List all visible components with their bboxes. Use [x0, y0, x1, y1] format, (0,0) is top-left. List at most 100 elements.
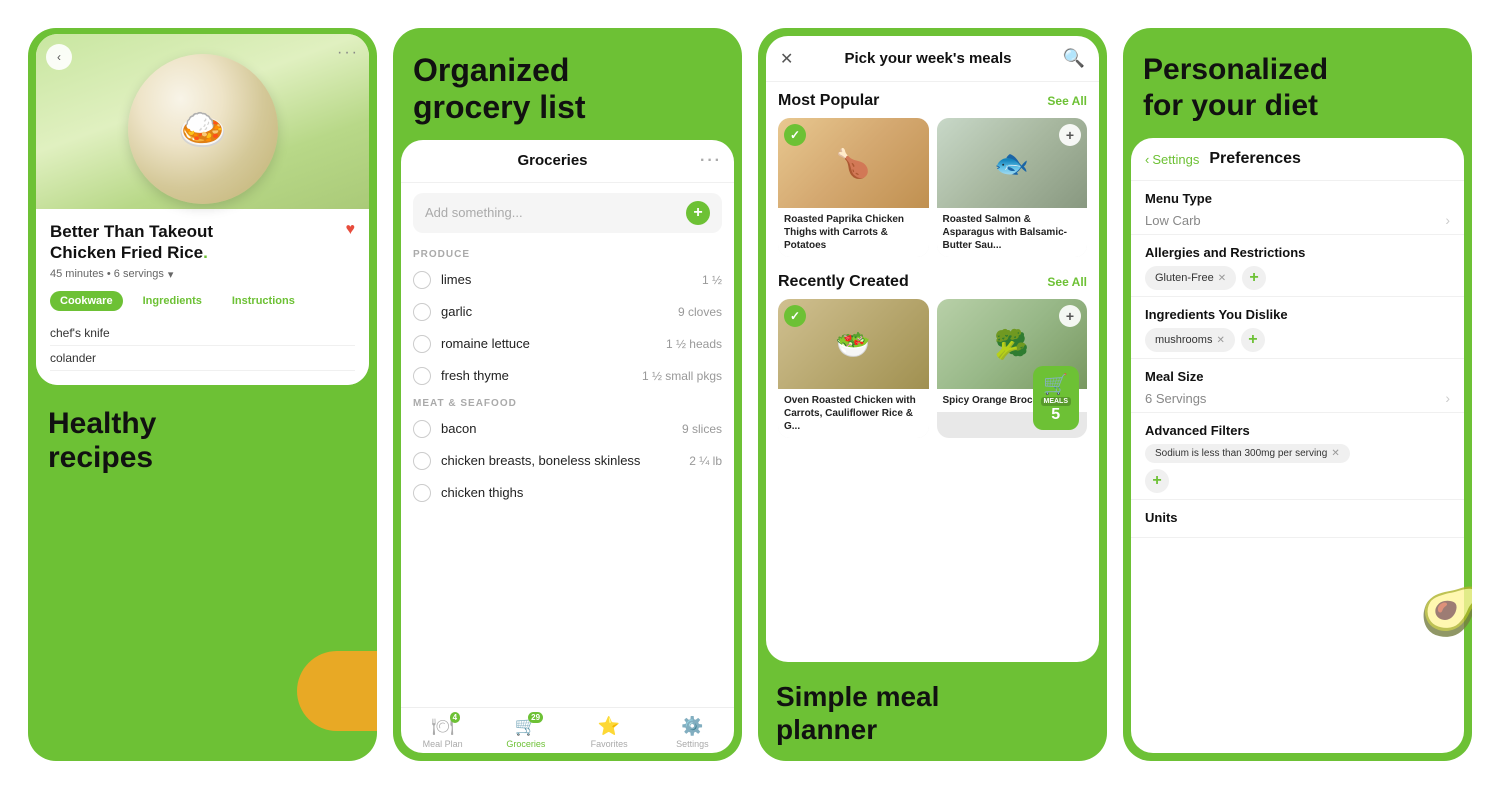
tab-ingredients[interactable]: Ingredients [133, 291, 212, 311]
item-qty-chicken-breasts: 2 ¼ lb [689, 454, 722, 468]
nav-label-groceries: Groceries [506, 739, 545, 749]
cart-overlay: 🛒 MEALS 5 [1033, 366, 1080, 430]
preferences-tab[interactable]: Preferences [1209, 150, 1301, 168]
recently-created-section: Recently Created See All 🥗 ✓ Oven Roaste… [766, 263, 1099, 444]
nav-favorites[interactable]: ⭐ Favorites [568, 716, 651, 749]
grocery-search-placeholder: Add something... [425, 205, 678, 220]
meal-card-recent-1[interactable]: 🥗 ✓ Oven Roasted Chicken with Carrots, C… [778, 299, 929, 438]
menu-type-value[interactable]: Low Carb › [1145, 212, 1450, 228]
panel3-bottom: Simple mealplanner [758, 666, 1107, 761]
sodium-filter-tag[interactable]: Sodium is less than 300mg per serving ✕ [1145, 444, 1350, 463]
panel-grocery-list: Organizedgrocery list Groceries ··· Add … [393, 28, 742, 761]
most-popular-header: Most Popular See All [778, 92, 1087, 110]
panel4-title: Personalizedfor your diet [1143, 52, 1452, 124]
checkbox-chicken-thighs[interactable] [413, 484, 431, 502]
gluten-free-tag[interactable]: Gluten-Free ✕ [1145, 266, 1236, 290]
nav-groceries[interactable]: 🛒 29 Groceries [484, 716, 567, 749]
remove-sodium-filter-icon[interactable]: ✕ [1331, 448, 1339, 459]
item-name-garlic: garlic [441, 304, 668, 319]
dislike-label: Ingredients You Dislike [1145, 307, 1450, 322]
panel3-heading: Simple mealplanner [776, 680, 1089, 747]
item-qty-garlic: 9 cloves [678, 305, 722, 319]
checkbox-chicken-breasts[interactable] [413, 452, 431, 470]
see-all-popular[interactable]: See All [1047, 94, 1087, 108]
popular-meals-grid: 🍗 ✓ Roasted Paprika Chicken Thighs with … [778, 118, 1087, 257]
add-allergy-button[interactable]: + [1242, 266, 1266, 290]
nav-settings[interactable]: ⚙️ Settings [651, 716, 734, 749]
back-button[interactable]: ‹ [46, 44, 72, 70]
meal-picker-header: ✕ Pick your week's meals 🔍 [766, 36, 1099, 82]
grocery-add-button[interactable]: + [686, 201, 710, 225]
recipe-meta: 45 minutes • 6 servings ▾ [50, 268, 355, 281]
item-name-thyme: fresh thyme [441, 368, 632, 383]
tab-instructions[interactable]: Instructions [222, 291, 305, 311]
panel-personalized-diet: Personalizedfor your diet ‹ Settings Pre… [1123, 28, 1472, 761]
meal-size-section: Meal Size 6 Servings › [1131, 359, 1464, 413]
checkbox-garlic[interactable] [413, 303, 431, 321]
panel1-heading: Healthyrecipes [48, 407, 357, 476]
meal-add-4[interactable]: + [1059, 305, 1081, 327]
meal-card-popular-1[interactable]: 🍗 ✓ Roasted Paprika Chicken Thighs with … [778, 118, 929, 257]
grocery-search-bar[interactable]: Add something... + [413, 193, 722, 233]
phone-mockup-1: ‹ ··· 🍛 Better Than TakeoutChicken Fried… [36, 34, 369, 385]
recently-created-label: Recently Created [778, 273, 909, 291]
item-name-limes: limes [441, 272, 692, 287]
meal-plan-badge: 4 [450, 712, 460, 723]
meal-check-3: ✓ [784, 305, 806, 327]
bottom-nav: 🍽 4 Meal Plan 🛒 29 Groceries ⭐ Favorites [401, 707, 734, 753]
add-advanced-filter-button[interactable]: + [1145, 469, 1169, 493]
advanced-filters-section: Advanced Filters Sodium is less than 300… [1131, 413, 1464, 500]
checkbox-limes[interactable] [413, 271, 431, 289]
item-name-chicken-breasts: chicken breasts, boneless skinless [441, 453, 679, 468]
grocery-item-chicken-thighs: chicken thighs [401, 477, 734, 509]
panel2-heading: Organizedgrocery list [393, 28, 742, 136]
checkbox-romaine[interactable] [413, 335, 431, 353]
panel-healthy-recipes: ‹ ··· 🍛 Better Than TakeoutChicken Fried… [28, 28, 377, 761]
more-button[interactable]: ··· [337, 44, 359, 62]
recipe-card: Better Than TakeoutChicken Fried Rice. ♥… [36, 209, 369, 385]
groceries-badge: 29 [528, 712, 543, 723]
nav-label-favorites: Favorites [591, 739, 628, 749]
grocery-more-icon[interactable]: ··· [700, 152, 722, 170]
mushrooms-tag[interactable]: mushrooms ✕ [1145, 328, 1235, 352]
menu-type-section: Menu Type Low Carb › [1131, 181, 1464, 235]
most-popular-section: Most Popular See All 🍗 ✓ Roasted Paprika… [766, 82, 1099, 263]
settings-back-label: Settings [1152, 152, 1199, 167]
dislike-section: Ingredients You Dislike mushrooms ✕ + [1131, 297, 1464, 359]
meal-card-recent-2[interactable]: 🥦 + Spicy Orange Broccoli... 🛒 MEALS 5 [937, 299, 1088, 438]
favorite-heart-icon[interactable]: ♥ [346, 221, 356, 239]
search-icon[interactable]: 🔍 [1063, 48, 1085, 69]
settings-back-button[interactable]: ‹ Settings [1145, 152, 1199, 167]
menu-type-chevron-icon: › [1445, 212, 1450, 228]
checkbox-thyme[interactable] [413, 367, 431, 385]
meal-label-2: Roasted Salmon & Asparagus with Balsamic… [937, 208, 1088, 257]
tab-cookware[interactable]: Cookware [50, 291, 123, 311]
menu-type-label: Menu Type [1145, 191, 1450, 206]
checkbox-bacon[interactable] [413, 420, 431, 438]
meal-card-popular-2[interactable]: 🐟 + Roasted Salmon & Asparagus with Bals… [937, 118, 1088, 257]
meal-add-2[interactable]: + [1059, 124, 1081, 146]
cart-count: 5 [1051, 406, 1060, 424]
nav-label-settings: Settings [676, 739, 709, 749]
grocery-item-bacon: bacon 9 slices [401, 413, 734, 445]
allergies-label: Allergies and Restrictions [1145, 245, 1450, 260]
panel-meal-planner: ✕ Pick your week's meals 🔍 Most Popular … [758, 28, 1107, 761]
nav-meal-plan[interactable]: 🍽 4 Meal Plan [401, 716, 484, 749]
recipe-tabs: Cookware Ingredients Instructions [50, 291, 355, 311]
grocery-title: Groceries [413, 152, 692, 169]
remove-mushrooms-icon[interactable]: ✕ [1216, 335, 1224, 346]
meal-size-value[interactable]: 6 Servings › [1145, 390, 1450, 406]
phone-mockup-2: Groceries ··· Add something... + PRODUCE… [401, 140, 734, 753]
close-icon[interactable]: ✕ [780, 49, 793, 69]
panel4-heading: Personalizedfor your diet [1123, 28, 1472, 134]
phone-mockup-3: ✕ Pick your week's meals 🔍 Most Popular … [766, 36, 1099, 662]
grocery-item-romaine: romaine lettuce 1 ½ heads [401, 328, 734, 360]
food-plate: 🍛 [128, 54, 278, 204]
see-all-recent[interactable]: See All [1047, 275, 1087, 289]
allergies-section: Allergies and Restrictions Gluten-Free ✕… [1131, 235, 1464, 297]
grocery-header: Groceries ··· [401, 140, 734, 183]
sodium-filter-label: Sodium is less than 300mg per serving [1155, 448, 1327, 459]
add-dislike-button[interactable]: + [1241, 328, 1265, 352]
remove-gluten-free-icon[interactable]: ✕ [1218, 273, 1226, 284]
picker-title: Pick your week's meals [844, 50, 1011, 67]
